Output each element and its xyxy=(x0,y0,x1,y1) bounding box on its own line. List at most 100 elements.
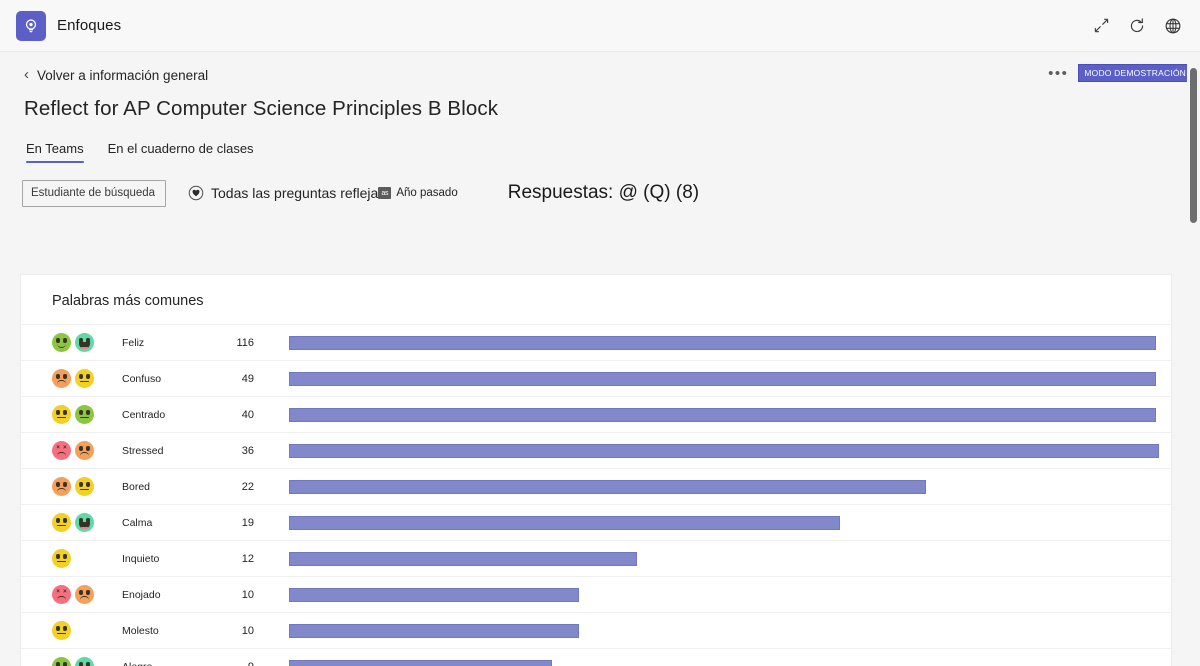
emoji-cell xyxy=(52,333,116,352)
tab-en-el-cuaderno-de-clases[interactable]: En el cuaderno de clases xyxy=(108,141,254,163)
word-count: 12 xyxy=(241,552,254,565)
mood-emoji-icon xyxy=(52,405,71,424)
word-label: Alegre xyxy=(116,661,212,666)
mood-emoji-icon xyxy=(52,477,71,496)
bar-track xyxy=(289,335,1171,350)
globe-icon[interactable] xyxy=(1162,15,1184,37)
bar xyxy=(289,443,1159,458)
word-count: 49 xyxy=(241,372,254,385)
common-words-bar-chart: Feliz 116 Confuso 49 Centrado 40 × × Stressed 36 B… xyxy=(21,324,1171,666)
chevron-left-icon: ‹ xyxy=(24,66,29,83)
mood-emoji-icon xyxy=(52,513,71,532)
bar xyxy=(289,335,1157,350)
bar xyxy=(289,515,840,530)
mood-emoji-icon xyxy=(52,621,71,640)
word-label: Stressed xyxy=(122,444,164,457)
bar-track xyxy=(289,623,1171,638)
bar xyxy=(289,479,927,494)
question-filter-label: Todas las preguntas reflejas xyxy=(211,185,386,201)
search-input[interactable] xyxy=(22,179,166,207)
emoji-cell xyxy=(52,549,116,568)
emoji-cell xyxy=(52,369,116,388)
table-row: Inquieto 12 xyxy=(21,540,1171,576)
vertical-scrollbar-thumb[interactable] xyxy=(1190,68,1197,223)
period-filter-label: Año pasado xyxy=(396,187,458,199)
mood-emoji-icon xyxy=(52,369,71,388)
mood-emoji-icon xyxy=(75,657,94,666)
mood-emoji-icon: × × xyxy=(52,441,71,460)
vertical-scrollbar[interactable] xyxy=(1187,52,1200,666)
bar-track xyxy=(289,479,1171,494)
emoji-cell xyxy=(52,477,116,496)
responses-heading: Respuestas: @ (Q) (8) xyxy=(507,182,700,203)
mood-emoji-icon xyxy=(75,513,94,532)
mood-emoji-icon xyxy=(75,333,94,352)
filter-toolbar: Todas las preguntas reflejas as Año pasa… xyxy=(0,163,1200,211)
emoji-cell xyxy=(52,621,116,640)
app-title-bar: Enfoques xyxy=(0,0,1200,52)
calendar-icon: as xyxy=(378,187,392,199)
bar xyxy=(289,623,580,638)
app-name-label: Enfoques xyxy=(57,17,122,34)
breadcrumb: ‹ Volver a información general ••• MODO … xyxy=(0,52,1200,83)
table-row: × × Enojado 10 xyxy=(21,576,1171,612)
bar xyxy=(289,551,637,566)
word-count: 19 xyxy=(241,516,254,529)
emoji-cell: × × xyxy=(52,585,116,604)
card-title: Palabras más comunes xyxy=(52,293,204,309)
table-row: × × Stressed 36 xyxy=(21,432,1171,468)
table-row: Bored 22 xyxy=(21,468,1171,504)
mood-emoji-icon xyxy=(75,441,94,460)
word-count: 10 xyxy=(241,624,254,637)
mood-emoji-icon xyxy=(75,405,94,424)
bar-track xyxy=(289,551,1171,566)
demo-mode-badge: MODO DEMOSTRACIÓN xyxy=(1078,64,1192,82)
lightbulb-icon xyxy=(16,10,46,41)
bar-track xyxy=(289,587,1171,602)
mood-emoji-icon xyxy=(75,477,94,496)
mood-emoji-icon xyxy=(52,657,71,666)
emoji-cell xyxy=(52,657,116,666)
titlebar-actions xyxy=(1090,15,1184,37)
word-count: 36 xyxy=(241,444,254,457)
word-label: Inquieto xyxy=(122,552,160,565)
bar xyxy=(289,407,1157,422)
back-link-label: Volver a información general xyxy=(37,68,209,83)
word-label: Molesto xyxy=(122,624,159,637)
word-label: Enojado xyxy=(122,588,161,601)
emoji-cell: × × xyxy=(52,441,116,460)
bar-track xyxy=(289,515,1171,530)
table-row: Alegre9 xyxy=(21,648,1171,666)
bar-track xyxy=(289,443,1171,458)
mood-emoji-icon xyxy=(75,585,94,604)
word-count: 10 xyxy=(241,588,254,601)
bar-track xyxy=(289,371,1171,386)
period-filter[interactable]: as Año pasado xyxy=(378,187,458,199)
refresh-icon[interactable] xyxy=(1126,15,1148,37)
mood-emoji-icon xyxy=(75,369,94,388)
page-body: ‹ Volver a información general ••• MODO … xyxy=(0,52,1200,666)
table-row: Molesto 10 xyxy=(21,612,1171,648)
tab-en-teams[interactable]: En Teams xyxy=(26,141,84,163)
word-label: Feliz xyxy=(122,336,145,349)
collapse-icon[interactable] xyxy=(1090,15,1112,37)
emoji-cell xyxy=(52,405,116,424)
word-label: Calma xyxy=(122,516,153,529)
word-label: Centrado xyxy=(122,408,166,421)
mood-emoji-icon xyxy=(52,549,71,568)
word-count: 116 xyxy=(236,336,254,349)
tab-list: En Teams En el cuaderno de clases xyxy=(0,121,1200,163)
word-label: Bored xyxy=(122,480,151,493)
bar xyxy=(289,587,580,602)
word-label: Confuso xyxy=(122,372,162,385)
back-to-overview-link[interactable]: ‹ Volver a información general xyxy=(24,66,209,83)
heart-circle-icon xyxy=(188,185,204,201)
more-options-icon[interactable]: ••• xyxy=(1044,66,1072,81)
table-row: Centrado 40 xyxy=(21,396,1171,432)
bar-track xyxy=(289,407,1171,422)
bar xyxy=(289,371,1157,386)
question-filter[interactable]: Todas las preguntas reflejas xyxy=(188,185,385,201)
page-title: Reflect for AP Computer Science Principl… xyxy=(24,97,499,120)
mood-emoji-icon: × × xyxy=(52,585,71,604)
emoji-cell xyxy=(52,513,116,532)
